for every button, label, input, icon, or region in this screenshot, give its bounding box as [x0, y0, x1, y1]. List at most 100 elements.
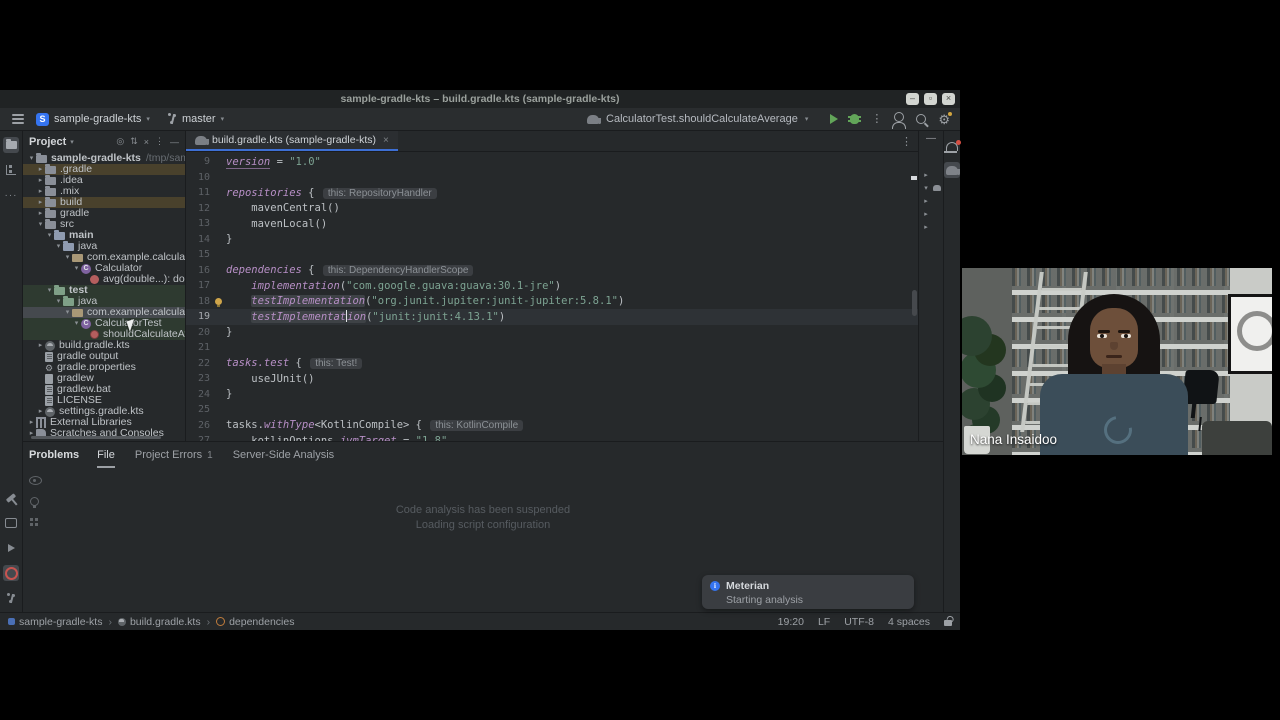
chevron-icon[interactable]: ▸: [922, 197, 931, 205]
chevron-icon[interactable]: ▸: [36, 208, 45, 219]
code-line-23[interactable]: 23 useJUnit(): [186, 371, 918, 387]
scrollbar-thumb[interactable]: [912, 290, 917, 317]
close-tab-icon[interactable]: ×: [383, 135, 389, 146]
close-button[interactable]: ×: [942, 93, 955, 105]
editor-tab[interactable]: build.gradle.kts (sample-gradle-kts) ×: [186, 131, 398, 151]
chevron-icon[interactable]: ▸: [36, 406, 45, 417]
code-line-22[interactable]: 22 tasks.test { this: Test!: [186, 356, 918, 372]
tree-item-gradle[interactable]: ▸ gradle: [23, 207, 185, 219]
tab-server-side-analysis[interactable]: Server-Side Analysis: [233, 442, 335, 468]
gradle-tree-row[interactable]: ▾: [922, 181, 941, 194]
encoding[interactable]: UTF-8: [844, 616, 874, 628]
editor-scrollbar[interactable]: [910, 172, 918, 441]
vcs-branch-widget[interactable]: master ▾: [158, 113, 224, 125]
code-line-17[interactable]: 17 implementation("com.google.guava:guav…: [186, 278, 918, 294]
tree-item-gradlew-bat[interactable]: gradlew.bat: [23, 384, 185, 395]
chevron-icon[interactable]: ▸: [36, 340, 45, 351]
problems-tool-button[interactable]: [3, 565, 19, 581]
indent-size[interactable]: 4 spaces: [888, 616, 930, 628]
breadcrumb-item[interactable]: sample-gradle-kts: [19, 616, 102, 628]
expand-collapse-icon[interactable]: ⇅: [130, 136, 138, 147]
chevron-icon[interactable]: ▸: [922, 223, 931, 231]
tree-item-src[interactable]: ▾ src: [23, 218, 185, 230]
settings-gear-icon[interactable]: ⚙: [938, 111, 952, 126]
notifications-bell-icon[interactable]: [944, 137, 961, 153]
chevron-icon[interactable]: ▸: [36, 197, 45, 208]
gradle-tree-row[interactable]: ▸: [922, 220, 941, 233]
code-line-25[interactable]: 25: [186, 402, 918, 418]
code-line-14[interactable]: 14}: [186, 232, 918, 248]
chevron-icon[interactable]: ▾: [54, 241, 63, 252]
code-line-21[interactable]: 21: [186, 340, 918, 356]
chevron-icon[interactable]: ▾: [54, 296, 63, 307]
maximize-button[interactable]: ▫: [924, 93, 937, 105]
hide-panel-icon[interactable]: —: [926, 134, 936, 144]
code-line-20[interactable]: 20}: [186, 325, 918, 341]
code-line-13[interactable]: 13 mavenLocal(): [186, 216, 918, 232]
locate-file-icon[interactable]: ◎: [116, 136, 124, 147]
tree-item-gradle-properties[interactable]: ⚙ gradle.properties: [23, 362, 185, 373]
tree-item-build[interactable]: ▸ build: [23, 196, 185, 208]
code-line-16[interactable]: 16 dependencies { this: DependencyHandler…: [186, 263, 918, 279]
bulb-filter-icon[interactable]: [30, 497, 39, 508]
structure-tool-button[interactable]: [3, 162, 19, 178]
run-tool-button[interactable]: [3, 540, 19, 556]
intention-bulb-icon[interactable]: [210, 297, 226, 307]
chevron-icon[interactable]: ▾: [27, 153, 36, 164]
collapse-all-icon[interactable]: ×: [144, 137, 149, 147]
chevron-icon[interactable]: ▾: [72, 318, 81, 329]
tree-item-main[interactable]: ▾ main: [23, 229, 185, 241]
terminal-tool-button[interactable]: [3, 515, 19, 531]
code-line-27[interactable]: 27 kotlinOptions.jvmTarget = "1.8": [186, 433, 918, 441]
git-tool-button[interactable]: [3, 590, 19, 606]
gradle-tree-row[interactable]: ▸: [922, 168, 941, 181]
line-ending[interactable]: LF: [818, 616, 830, 628]
tree-item--gradle[interactable]: ▸ .gradle: [23, 163, 185, 175]
code-editor[interactable]: 9 version = "1.0" 10 11 repositories { this:…: [186, 152, 918, 441]
code-line-18[interactable]: 18 testImplementation("org.junit.jupiter…: [186, 294, 918, 310]
hamburger-menu-icon[interactable]: [12, 118, 24, 120]
chevron-icon[interactable]: ▾: [45, 230, 54, 241]
caret-position[interactable]: 19:20: [778, 616, 804, 628]
chevron-icon[interactable]: ▸: [36, 175, 45, 186]
chevron-icon[interactable]: ▸: [922, 171, 931, 179]
more-actions-icon[interactable]: ⋮: [871, 114, 882, 125]
chevron-icon[interactable]: ▾: [45, 285, 54, 296]
gradle-tree-row[interactable]: ▸: [922, 194, 941, 207]
gradle-tool-button[interactable]: [944, 162, 960, 178]
debug-button[interactable]: [848, 114, 862, 124]
project-widget[interactable]: S sample-gradle-kts ▾: [36, 112, 150, 126]
search-everywhere-icon[interactable]: [916, 114, 927, 124]
code-with-me-icon[interactable]: [892, 111, 907, 129]
chevron-down-icon[interactable]: ▾: [70, 138, 74, 146]
hide-panel-icon[interactable]: —: [170, 137, 179, 147]
eye-icon[interactable]: [29, 476, 42, 485]
chevron-icon[interactable]: ▾: [72, 263, 81, 274]
chevron-icon[interactable]: ▸: [27, 417, 36, 428]
lock-icon[interactable]: [944, 620, 952, 626]
chevron-icon[interactable]: ▾: [63, 307, 72, 318]
gradle-tree-row[interactable]: ▸: [922, 207, 941, 220]
code-line-26[interactable]: 26 tasks.withType<KotlinCompile> { this: …: [186, 418, 918, 434]
breadcrumb-item[interactable]: dependencies: [229, 616, 294, 628]
tab-options-icon[interactable]: ⋮: [901, 135, 918, 148]
minimize-button[interactable]: –: [906, 93, 919, 105]
chevron-icon[interactable]: ▾: [36, 219, 45, 230]
build-tool-button[interactable]: [3, 490, 19, 506]
chevron-icon[interactable]: ▾: [63, 252, 72, 263]
tree-item-test[interactable]: ▾ test: [23, 284, 185, 296]
code-line-19[interactable]: 19 testImplementation("junit:junit:4.13.…: [186, 309, 918, 325]
run-configuration-widget[interactable]: CalculatorTest.shouldCalculateAverage ▾: [587, 113, 808, 125]
code-line-15[interactable]: 15: [186, 247, 918, 263]
tree-item--idea[interactable]: ▸ .idea: [23, 174, 185, 186]
run-button[interactable]: [830, 114, 839, 124]
tree-item--mix[interactable]: ▸ .mix: [23, 185, 185, 197]
notification-card[interactable]: i Meterian Starting analysis: [702, 575, 914, 609]
project-tool-button[interactable]: [3, 137, 19, 153]
code-line-10[interactable]: 10: [186, 170, 918, 186]
chevron-icon[interactable]: ▾: [922, 184, 931, 192]
tree-item-sample-gradle-kts[interactable]: ▾sample-gradle-kts/tmp/sample-gradl: [23, 152, 185, 164]
chevron-icon[interactable]: ▸: [36, 164, 45, 175]
settings-grid-icon[interactable]: [30, 518, 33, 521]
tab-file[interactable]: File: [97, 442, 115, 468]
